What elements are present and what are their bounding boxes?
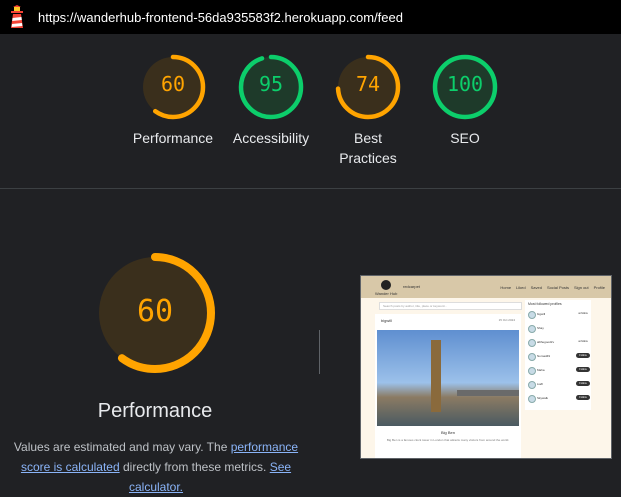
thumb-navbar: Wander Hub redcarpet Home Liked Saved Socia… <box>361 276 611 298</box>
thumb-post-user: bigwill <box>381 318 392 323</box>
thumb-user: redcarpet <box>403 284 420 289</box>
thumb-nav-item: Saved <box>530 285 542 290</box>
thumb-profile-name: Nomad49 <box>537 354 551 358</box>
thumb-profile-row: Shay <box>528 324 590 334</box>
thumb-profiles-title: Most followed profiles <box>528 302 562 306</box>
thumb-follow-button: Follow <box>576 353 590 358</box>
score-note: Values are estimated and may vary. The p… <box>8 437 304 497</box>
avatar <box>528 325 536 333</box>
url-bar: https://wanderhub-frontend-56da935583f2.… <box>0 0 621 34</box>
thumb-profile-row: Skywalk Follow <box>528 394 590 404</box>
thumb-nav-item: Sign out <box>573 285 589 290</box>
thumb-post: bigwill 15 Oct 2024 Big Ben Big Ben is a… <box>375 314 521 458</box>
thumb-post-desc: Big Ben is a famous clock tower in Londo… <box>386 438 510 442</box>
performance-title: Performance <box>97 400 213 422</box>
bridge-shape <box>457 390 519 396</box>
avatar <box>528 311 536 319</box>
lighthouse-icon <box>11 5 23 28</box>
avatar <box>528 395 536 403</box>
page-screenshot-thumbnail[interactable]: Wander Hub redcarpet Home Liked Saved Socia… <box>360 275 612 459</box>
note-text-2: directly from these metrics. <box>119 460 270 474</box>
thumb-follow-button: Follow <box>576 367 590 372</box>
score-gauge-3[interactable]: 100 SEO <box>410 54 520 148</box>
thumb-profile-name: Lia8 <box>537 382 543 386</box>
thumb-profile-row: Maha Follow <box>528 366 590 376</box>
thumb-profile-name: bigwill <box>537 312 546 316</box>
score-gauge-1[interactable]: 95 Accessibility <box>216 54 326 148</box>
score-gauge-0[interactable]: 60 Performance <box>118 54 228 148</box>
gauge-label: SEO <box>450 130 480 146</box>
gauge-label: Accessibility <box>232 130 310 146</box>
thumb-post-image <box>377 330 519 426</box>
thumb-profiles: Most followed profiles bigwill unfollow Sh… <box>525 300 591 410</box>
gauge-label: Best Practices <box>339 130 397 166</box>
separator <box>319 330 320 374</box>
thumb-nav-item: Social Posts <box>546 285 569 290</box>
thumb-profile-name: Skywalk <box>537 396 549 400</box>
page-url[interactable]: https://wanderhub-frontend-56da935583f2.… <box>38 10 403 25</box>
thumb-body: Search posts by author, title, place or … <box>361 298 611 458</box>
thumb-nav-item: Liked <box>516 285 526 290</box>
avatar <box>528 339 536 347</box>
thumb-profile-row: bigwill unfollow <box>528 310 590 320</box>
thumb-follow-button: Follow <box>576 395 590 400</box>
gauge-score: 60 <box>160 72 186 96</box>
thumb-post-date: 15 Oct 2024 <box>498 318 515 322</box>
thumb-profile-name: Maha <box>537 368 545 372</box>
thumb-follow-button: unfollow <box>578 340 588 343</box>
thumb-profile-name: Shay <box>537 326 544 330</box>
avatar <box>528 353 536 361</box>
thumb-profile-row: allthegoodtrv unfollow <box>528 338 590 348</box>
thumb-profile-row: Nomad49 Follow <box>528 352 590 362</box>
thumb-post-title: Big Ben <box>440 430 455 435</box>
gauge-score: 100 <box>446 72 484 96</box>
performance-score-large: 60 <box>136 294 174 329</box>
avatar <box>528 367 536 375</box>
thumb-follow-button: unfollow <box>578 312 588 315</box>
thumb-profile-row: Lia8 Follow <box>528 380 590 390</box>
avatar <box>528 381 536 389</box>
thumb-follow-button: Follow <box>576 381 590 386</box>
gauge-score: 95 <box>258 72 284 96</box>
thumb-nav-item: Profile <box>593 285 605 290</box>
gauge-score: 74 <box>355 72 381 96</box>
thumb-nav-item: Home <box>500 285 512 290</box>
note-text-1: Values are estimated and may vary. The <box>13 440 231 454</box>
logo-icon <box>381 280 391 290</box>
divider <box>0 188 621 189</box>
score-gauge-2[interactable]: 74 Best Practices <box>313 54 423 168</box>
thumb-brand: Wander Hub <box>375 291 398 296</box>
tower-shape <box>431 340 441 412</box>
thumb-nav-items: Home Liked Saved Social Posts Sign out Profil… <box>500 285 605 290</box>
thumb-search: Search posts by author, title, place or … <box>379 302 522 310</box>
gauge-label: Performance <box>132 130 214 146</box>
thumb-profile-name: allthegoodtrv <box>537 340 555 344</box>
